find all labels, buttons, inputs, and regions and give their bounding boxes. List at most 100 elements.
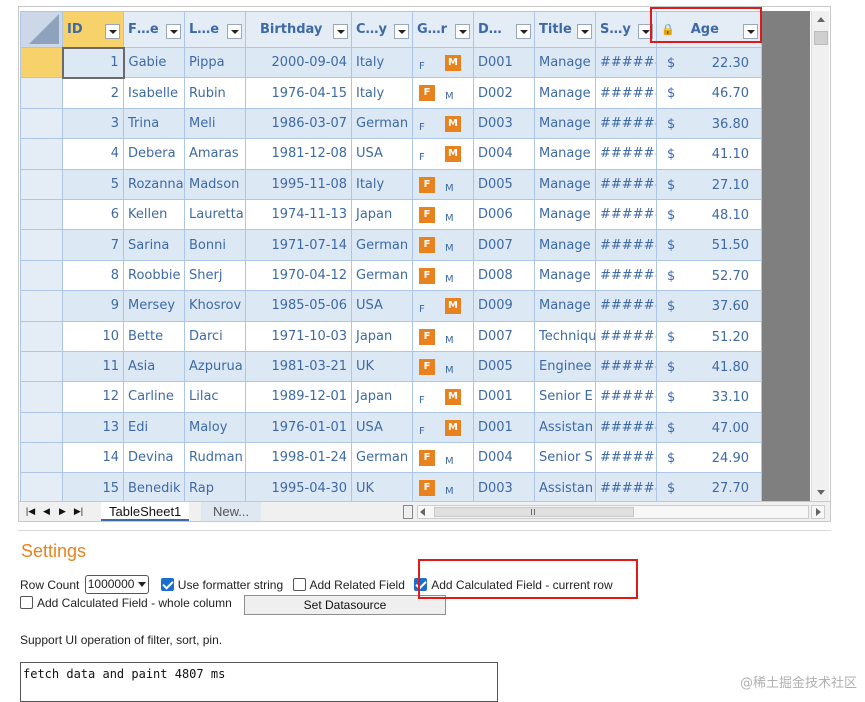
cell-country[interactable]: Japan xyxy=(351,381,413,413)
table-row[interactable]: 1 Gabie Pippa 2000-09-04 Italy F M D001 Manage ##… xyxy=(20,46,762,79)
row-header[interactable] xyxy=(20,381,63,413)
cell-last-name[interactable]: Rubin xyxy=(184,77,246,109)
output-log[interactable]: fetch data and paint 4807 ms xyxy=(20,662,498,702)
last-sheet-icon[interactable]: ▶| xyxy=(72,504,85,518)
cell-country[interactable]: Japan xyxy=(351,320,413,352)
cell-gender[interactable]: FM xyxy=(412,107,474,140)
cell-birthday[interactable]: 1995-04-30 xyxy=(245,472,352,504)
filter-dropdown-icon[interactable] xyxy=(166,24,181,39)
cell-age[interactable]: $37.60 xyxy=(656,290,762,322)
cell-age[interactable]: $27.10 xyxy=(656,168,762,200)
header-last-name[interactable]: L…e xyxy=(184,11,246,48)
cell-gender[interactable]: FM xyxy=(412,442,474,474)
cell-first-name[interactable]: Roobbie xyxy=(123,259,185,292)
row-header[interactable] xyxy=(20,46,63,79)
cell-gender[interactable]: FM xyxy=(412,198,474,231)
cell-title[interactable]: Manage xyxy=(534,198,596,231)
cell-birthday[interactable]: 1986-03-07 xyxy=(245,107,352,140)
cell-title[interactable]: Assistan xyxy=(534,472,596,504)
gender-male-icon[interactable]: M xyxy=(445,365,454,377)
table-row[interactable]: 3 Trina Meli 1986-03-07 German F M D003 Manage ##… xyxy=(20,107,762,140)
cell-last-name[interactable]: Bonni xyxy=(184,229,246,261)
cell-title[interactable]: Manage xyxy=(534,46,596,79)
scroll-left-icon[interactable] xyxy=(420,508,425,516)
cell-id[interactable]: 10 xyxy=(62,320,124,352)
cell-country[interactable]: Japan xyxy=(351,198,413,231)
cell-department[interactable]: D001 xyxy=(473,411,535,444)
tab-splitter[interactable] xyxy=(403,505,413,519)
header-age[interactable]: 🔒 Age xyxy=(656,11,762,48)
cell-gender[interactable]: FM xyxy=(412,138,474,170)
cell-department[interactable]: D008 xyxy=(473,259,535,292)
horizontal-scroll-thumb[interactable] xyxy=(434,507,634,517)
gender-female-icon[interactable]: F xyxy=(419,85,435,102)
cell-last-name[interactable]: Lauretta xyxy=(184,198,246,231)
row-header[interactable] xyxy=(20,168,63,200)
table-row[interactable]: 2 Isabelle Rubin 1976-04-15 Italy F M D002 Manag… xyxy=(20,77,762,109)
gender-female-icon[interactable]: F xyxy=(419,152,425,164)
cell-gender[interactable]: FM xyxy=(412,46,474,79)
use-formatter-checkbox[interactable] xyxy=(160,578,174,591)
gender-female-icon[interactable]: F xyxy=(419,267,435,284)
cell-salary[interactable]: ###### xyxy=(595,290,657,322)
filter-dropdown-icon[interactable] xyxy=(227,24,242,39)
table-row[interactable]: 11 Asia Azpurua 1981-03-21 UK F M D005 Enginee ##… xyxy=(20,350,762,383)
cell-id[interactable]: 2 xyxy=(62,77,124,109)
gender-female-icon[interactable]: F xyxy=(419,304,425,316)
header-first-name[interactable]: F…e xyxy=(123,11,185,48)
scroll-thumb[interactable] xyxy=(814,31,828,45)
filter-dropdown-icon[interactable] xyxy=(743,24,758,39)
cell-id[interactable]: 4 xyxy=(62,138,124,170)
gender-female-icon[interactable]: F xyxy=(419,176,435,193)
gender-female-icon[interactable]: F xyxy=(419,358,435,375)
cell-gender[interactable]: FM xyxy=(412,77,474,109)
cell-country[interactable]: USA xyxy=(351,290,413,322)
cell-department[interactable]: D005 xyxy=(473,350,535,383)
gender-male-icon[interactable]: M xyxy=(445,183,454,195)
filter-dropdown-icon[interactable] xyxy=(638,24,653,39)
cell-birthday[interactable]: 1971-10-03 xyxy=(245,320,352,352)
cell-first-name[interactable]: Carline xyxy=(123,381,185,413)
cell-last-name[interactable]: Maloy xyxy=(184,411,246,444)
filter-dropdown-icon[interactable] xyxy=(105,24,120,39)
next-sheet-icon[interactable]: ▶ xyxy=(56,504,69,518)
cell-id[interactable]: 6 xyxy=(62,198,124,231)
cell-country[interactable]: Italy xyxy=(351,46,413,79)
cell-last-name[interactable]: Amaras xyxy=(184,138,246,170)
cell-first-name[interactable]: Isabelle xyxy=(123,77,185,109)
cell-first-name[interactable]: Bette xyxy=(123,320,185,352)
cell-birthday[interactable]: 1981-12-08 xyxy=(245,138,352,170)
cell-last-name[interactable]: Meli xyxy=(184,107,246,140)
gender-male-icon[interactable]: M xyxy=(445,486,454,498)
cell-salary[interactable]: ###### xyxy=(595,46,657,79)
row-count-select[interactable]: 1000000 xyxy=(84,575,150,594)
cell-birthday[interactable]: 1976-01-01 xyxy=(245,411,352,444)
cell-country[interactable]: German xyxy=(351,442,413,474)
gender-female-icon[interactable]: F xyxy=(419,237,435,254)
cell-department[interactable]: D002 xyxy=(473,77,535,109)
first-sheet-icon[interactable]: |◀ xyxy=(24,504,37,518)
cell-title[interactable]: Enginee xyxy=(534,350,596,383)
filter-dropdown-icon[interactable] xyxy=(577,24,592,39)
cell-last-name[interactable]: Rap xyxy=(184,472,246,504)
cell-title[interactable]: Senior E xyxy=(534,381,596,413)
cell-first-name[interactable]: Rozanna xyxy=(123,168,185,200)
table-row[interactable]: 15 Benedik Rap 1995-04-30 UK F M D003 Assistan ##… xyxy=(20,472,762,504)
cell-title[interactable]: Manage xyxy=(534,107,596,140)
cell-last-name[interactable]: Darci xyxy=(184,320,246,352)
cell-title[interactable]: Manage xyxy=(534,290,596,322)
table-row[interactable]: 9 Mersey Khosrov 1985-05-06 USA F M D009 Manage #… xyxy=(20,290,762,322)
cell-age[interactable]: $27.70 xyxy=(656,472,762,504)
cell-gender[interactable]: FM xyxy=(412,229,474,261)
cell-country[interactable]: German xyxy=(351,259,413,292)
select-all-corner[interactable] xyxy=(20,11,63,48)
row-header[interactable] xyxy=(20,411,63,444)
cell-gender[interactable]: FM xyxy=(412,350,474,383)
cell-salary[interactable]: ###### xyxy=(595,168,657,200)
header-department[interactable]: D… xyxy=(473,11,535,48)
cell-age[interactable]: $24.90 xyxy=(656,442,762,474)
cell-last-name[interactable]: Azpurua xyxy=(184,350,246,383)
cell-department[interactable]: D007 xyxy=(473,229,535,261)
cell-title[interactable]: Manage xyxy=(534,229,596,261)
cell-birthday[interactable]: 1976-04-15 xyxy=(245,77,352,109)
